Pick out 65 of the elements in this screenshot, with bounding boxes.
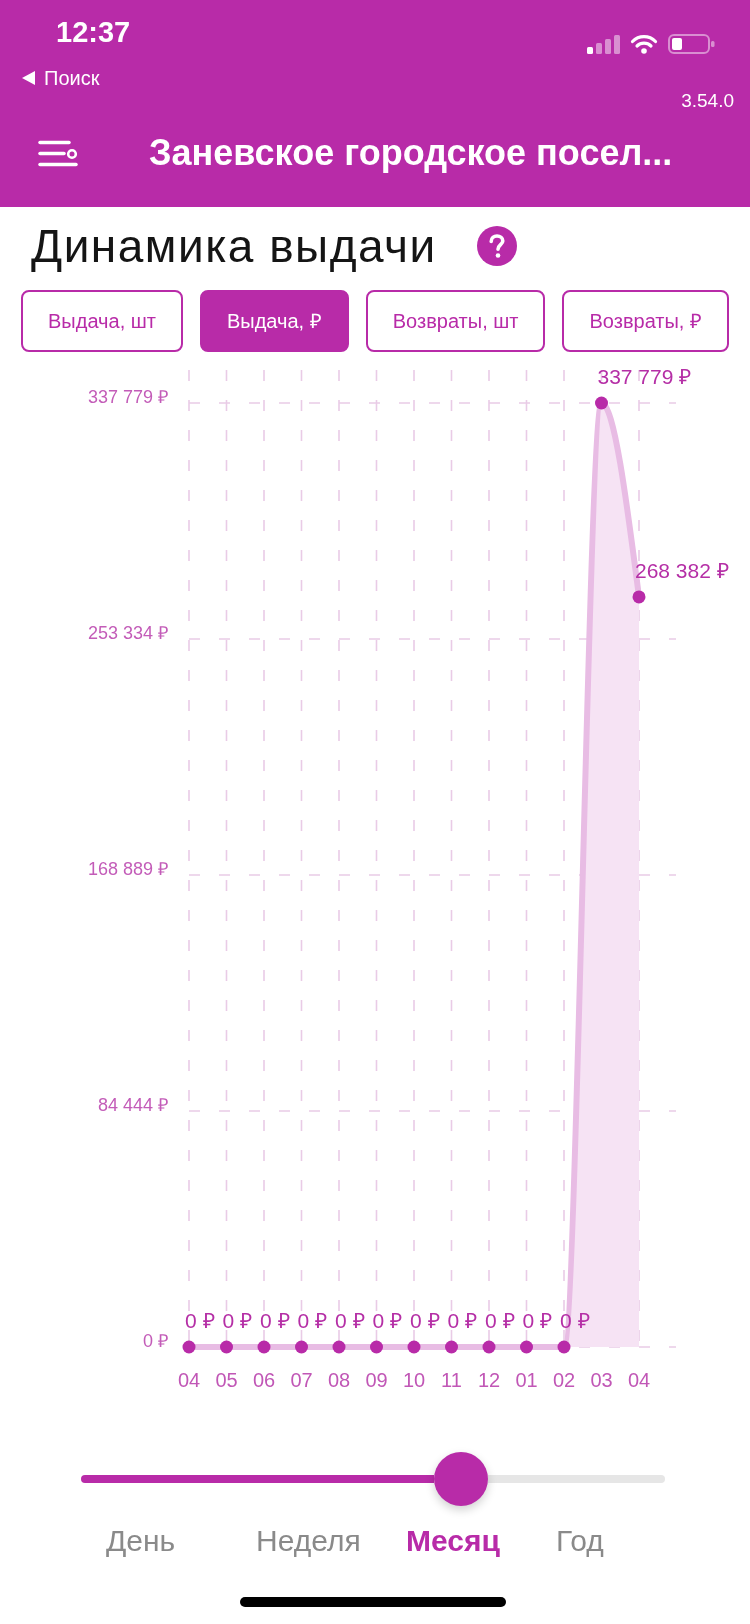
data-point — [482, 1340, 496, 1354]
value-label: 337 779 ₽ — [597, 365, 692, 388]
signal-icon — [587, 34, 620, 54]
value-label: 0 ₽ — [335, 1309, 365, 1332]
data-point — [445, 1340, 458, 1354]
period-option[interactable]: Год — [556, 1523, 604, 1559]
data-point — [182, 1340, 196, 1354]
y-axis-label: 253 334 ₽ — [87, 623, 168, 643]
period-slider[interactable] — [81, 1452, 665, 1506]
value-label: 0 ₽ — [447, 1309, 477, 1332]
period-option[interactable]: Неделя — [256, 1523, 361, 1559]
section-title: Динамика выдачи — [31, 221, 437, 271]
menu-icon[interactable] — [38, 139, 78, 167]
x-axis-label: 09 — [365, 1369, 388, 1391]
help-icon[interactable] — [476, 226, 517, 266]
y-axis-label: 168 889 ₽ — [87, 859, 168, 879]
x-axis-label: 03 — [590, 1369, 613, 1391]
value-label: 0 ₽ — [522, 1309, 552, 1332]
status-time: 12:37 — [56, 17, 131, 47]
value-label: 0 ₽ — [222, 1309, 252, 1332]
y-axis-label: 0 ₽ — [143, 1331, 168, 1351]
metric-tab[interactable]: Возвраты, шт — [365, 290, 546, 352]
value-label: 0 ₽ — [185, 1309, 215, 1332]
back-link[interactable]: Поиск — [22, 68, 100, 88]
x-axis-label: 07 — [290, 1369, 313, 1391]
metric-tab[interactable]: Возвраты, ₽ — [562, 290, 729, 352]
value-label: 0 ₽ — [485, 1309, 515, 1332]
app-version: 3.54.0 — [681, 91, 734, 111]
value-label: 0 ₽ — [372, 1309, 402, 1332]
data-point — [332, 1340, 346, 1354]
data-point — [407, 1340, 421, 1354]
x-axis-label: 08 — [327, 1369, 351, 1391]
value-label: 0 ₽ — [560, 1309, 590, 1332]
y-axis-label: 337 779 ₽ — [87, 387, 168, 407]
battery-icon — [668, 34, 715, 54]
data-point — [295, 1340, 308, 1354]
x-axis-label: 04 — [627, 1369, 651, 1391]
value-label: 0 ₽ — [410, 1309, 440, 1332]
x-axis-label: 10 — [402, 1369, 426, 1391]
x-axis-label: 12 — [477, 1369, 501, 1391]
back-triangle-icon — [22, 71, 35, 85]
period-option[interactable]: День — [106, 1523, 176, 1559]
value-label: 0 ₽ — [297, 1309, 327, 1332]
x-axis-label: 01 — [515, 1369, 538, 1391]
y-axis-label: 84 444 ₽ — [97, 1095, 168, 1115]
data-point — [370, 1340, 383, 1354]
x-axis-label: 06 — [252, 1369, 276, 1391]
x-axis-label: 11 — [441, 1369, 462, 1391]
data-point — [257, 1340, 271, 1354]
x-axis-label: 04 — [177, 1369, 201, 1391]
x-axis-label: 02 — [552, 1369, 576, 1391]
data-point — [520, 1340, 533, 1354]
header-title: Заневское городское посел... — [149, 133, 673, 173]
x-axis-label: 05 — [215, 1369, 238, 1391]
value-label: 268 382 ₽ — [635, 558, 729, 582]
value-label: 0 ₽ — [260, 1309, 290, 1332]
slider-thumb[interactable] — [433, 1452, 488, 1506]
data-point — [220, 1340, 233, 1354]
data-point — [595, 396, 608, 410]
wifi-icon — [630, 34, 658, 54]
data-point — [632, 590, 646, 604]
metric-tab[interactable]: Выдача, шт — [21, 290, 183, 352]
data-point — [557, 1340, 571, 1354]
period-option[interactable]: Месяц — [406, 1523, 500, 1559]
metric-tab[interactable]: Выдача, ₽ — [199, 290, 349, 352]
